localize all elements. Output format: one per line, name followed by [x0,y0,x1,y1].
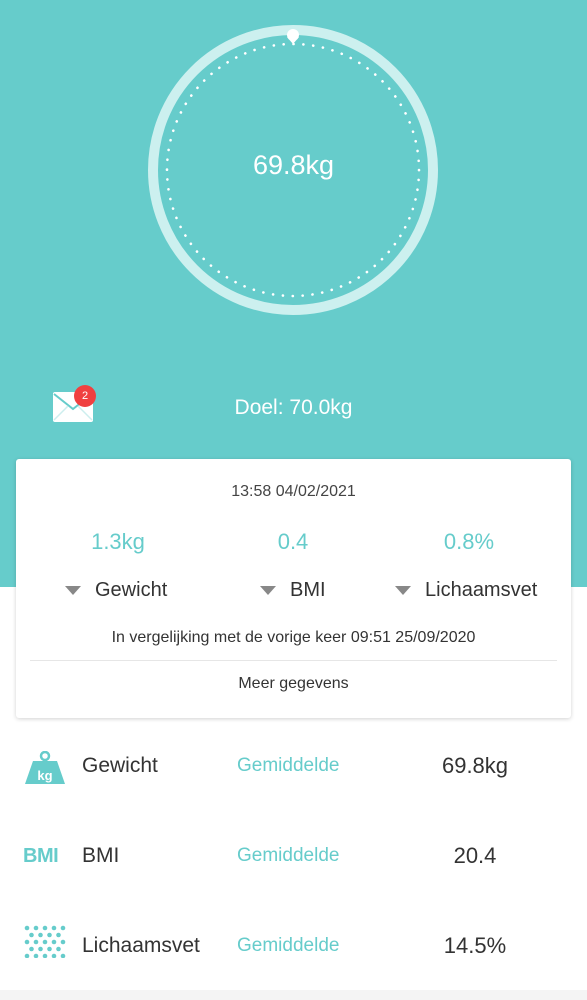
delta-bodyfat-value: 0.8% [443,529,495,554]
delta-bmi-label: BMI [260,579,326,602]
delta-bmi-value: 0.4 [277,529,309,554]
metric-value-bmi: 20.4 [453,843,497,868]
delta-weight-value: 1.3kg [91,529,145,554]
delta-weight-label: Gewicht [65,579,167,602]
down-arrow-icon [65,586,81,595]
body-fat-icon [24,925,66,958]
metric-status-bodyfat: Gemiddelde [237,935,340,956]
metric-status-weight: Gemiddelde [237,755,340,776]
metric-label-bmi: BMI [82,844,120,867]
metric-row-bodyfat[interactable]: Lichaamsvet Gemiddelde 14.5% [0,916,587,976]
metric-label-weight: Gewicht [82,754,158,777]
bmi-icon: BMI [23,845,67,879]
gauge-indicator [287,29,299,44]
metric-row-weight[interactable]: kg Gewicht Gemiddelde 69.8kg [0,736,587,796]
metric-status-bmi: Gemiddelde [237,845,340,866]
card-divider [30,660,557,661]
bmi-icon-text: BMI [23,845,59,867]
more-data-button[interactable]: Meer gegevens [16,675,571,693]
delta-bmi-label-text: BMI [290,579,326,601]
delta-labels: Gewicht BMI Lichaamsvet [16,579,571,609]
down-arrow-icon [395,586,411,595]
delta-values: 1.3kg 0.4 0.8% [16,529,571,559]
measurement-card: 13:58 04/02/2021 1.3kg 0.4 0.8% Gewicht … [16,459,571,718]
metric-row-bmi[interactable]: BMI BMI Gemiddelde 20.4 [0,826,587,886]
metric-label-bodyfat: Lichaamsvet [82,934,200,957]
current-weight: 69.8kg [252,150,335,180]
weight-icon-text: kg [37,768,52,783]
goal-text: Doel: 70.0kg [234,396,353,419]
delta-bodyfat-label-text: Lichaamsvet [425,579,538,601]
comparison-text: In vergelijking met de vorige keer 09:51… [111,629,476,646]
weight-icon: kg [25,751,65,784]
metric-value-bodyfat: 14.5% [443,933,507,958]
metric-value-weight: 69.8kg [441,753,509,778]
delta-bodyfat-label: Lichaamsvet [395,579,537,602]
measurement-timestamp: 13:58 04/02/2021 [231,483,356,500]
bottom-edge [0,990,587,1000]
down-arrow-icon [260,586,276,595]
delta-weight-label-text: Gewicht [95,579,168,601]
